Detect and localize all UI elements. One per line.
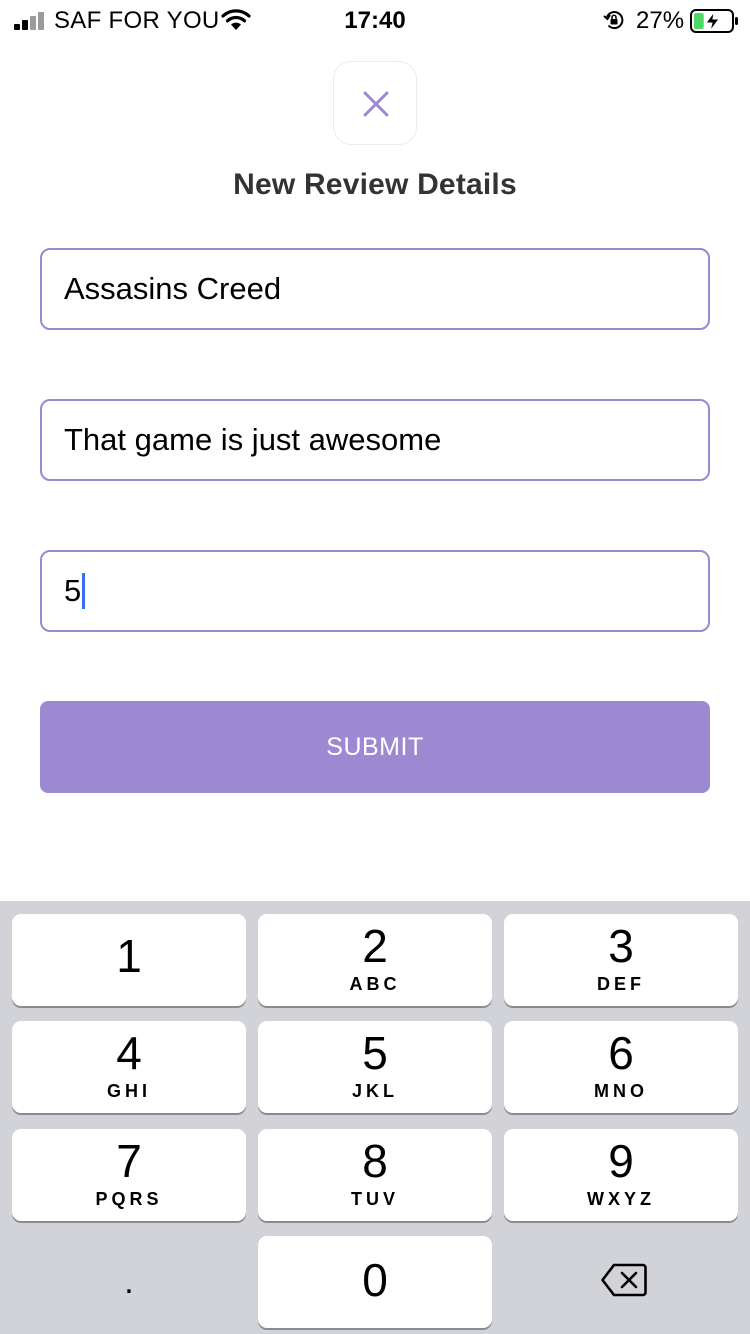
key-digit: 9 xyxy=(608,1135,634,1187)
key-digit: 5 xyxy=(362,1027,388,1079)
key-9[interactable]: 9 WXYZ xyxy=(504,1129,738,1221)
close-button[interactable] xyxy=(333,61,417,145)
key-letters: DEF xyxy=(597,974,645,994)
key-letters: MNO xyxy=(594,1081,648,1101)
key-letters: PQRS xyxy=(95,1189,163,1209)
key-digit: 2 xyxy=(362,920,388,972)
close-icon xyxy=(363,91,389,117)
rating-field-value: 5 xyxy=(64,573,82,608)
key-digit: 1 xyxy=(116,930,142,982)
key-2[interactable]: 2 ABC xyxy=(258,914,492,1006)
title-field-value: Assasins Creed xyxy=(64,271,282,306)
key-digit: 7 xyxy=(116,1135,142,1187)
rating-field-input: 5 xyxy=(64,552,86,630)
key-digit: 4 xyxy=(116,1027,142,1079)
body-field-value: That game is just awesome xyxy=(64,422,442,457)
key-digit: 3 xyxy=(608,920,634,972)
battery-icon xyxy=(690,9,738,33)
rating-field[interactable]: 5 xyxy=(40,550,710,632)
title-field[interactable]: Assasins Creed xyxy=(40,248,710,330)
key-7[interactable]: 7 PQRS xyxy=(12,1129,246,1221)
key-4[interactable]: 4 GHI xyxy=(12,1021,246,1113)
body-field[interactable]: That game is just awesome xyxy=(40,399,710,481)
key-letters: JKL xyxy=(351,1081,398,1101)
key-6[interactable]: 6 MNO xyxy=(504,1021,738,1113)
key-3[interactable]: 3 DEF xyxy=(504,914,738,1006)
submit-button[interactable]: SUBMIT xyxy=(40,701,710,793)
backspace-icon xyxy=(601,1263,647,1297)
key-dot[interactable]: . xyxy=(12,1236,246,1328)
key-letters: TUV xyxy=(351,1189,399,1209)
key-0[interactable]: 0 xyxy=(258,1236,492,1328)
key-8[interactable]: 8 TUV xyxy=(258,1129,492,1221)
key-digit: 0 xyxy=(362,1254,388,1306)
key-letters: GHI xyxy=(106,1081,151,1101)
battery-percent: 27% xyxy=(636,7,685,34)
key-digit: 6 xyxy=(608,1027,634,1079)
key-1[interactable]: 1 xyxy=(12,914,246,1006)
key-5[interactable]: 5 JKL xyxy=(258,1021,492,1113)
numeric-keypad: 1 2 ABC 3 DEF 4 GHI 5 JKL 6 MNO 7 PQRS 8… xyxy=(0,901,750,1334)
text-cursor xyxy=(82,572,86,609)
backspace-key[interactable] xyxy=(504,1236,738,1328)
key-letters: ABC xyxy=(349,974,401,994)
orientation-lock-icon xyxy=(603,11,624,30)
status-bar: SAF FOR YOU 17:40 27% xyxy=(0,0,750,42)
page-title: New Review Details xyxy=(233,168,517,201)
key-digit: 8 xyxy=(362,1135,388,1187)
key-letters: WXYZ xyxy=(587,1189,655,1209)
